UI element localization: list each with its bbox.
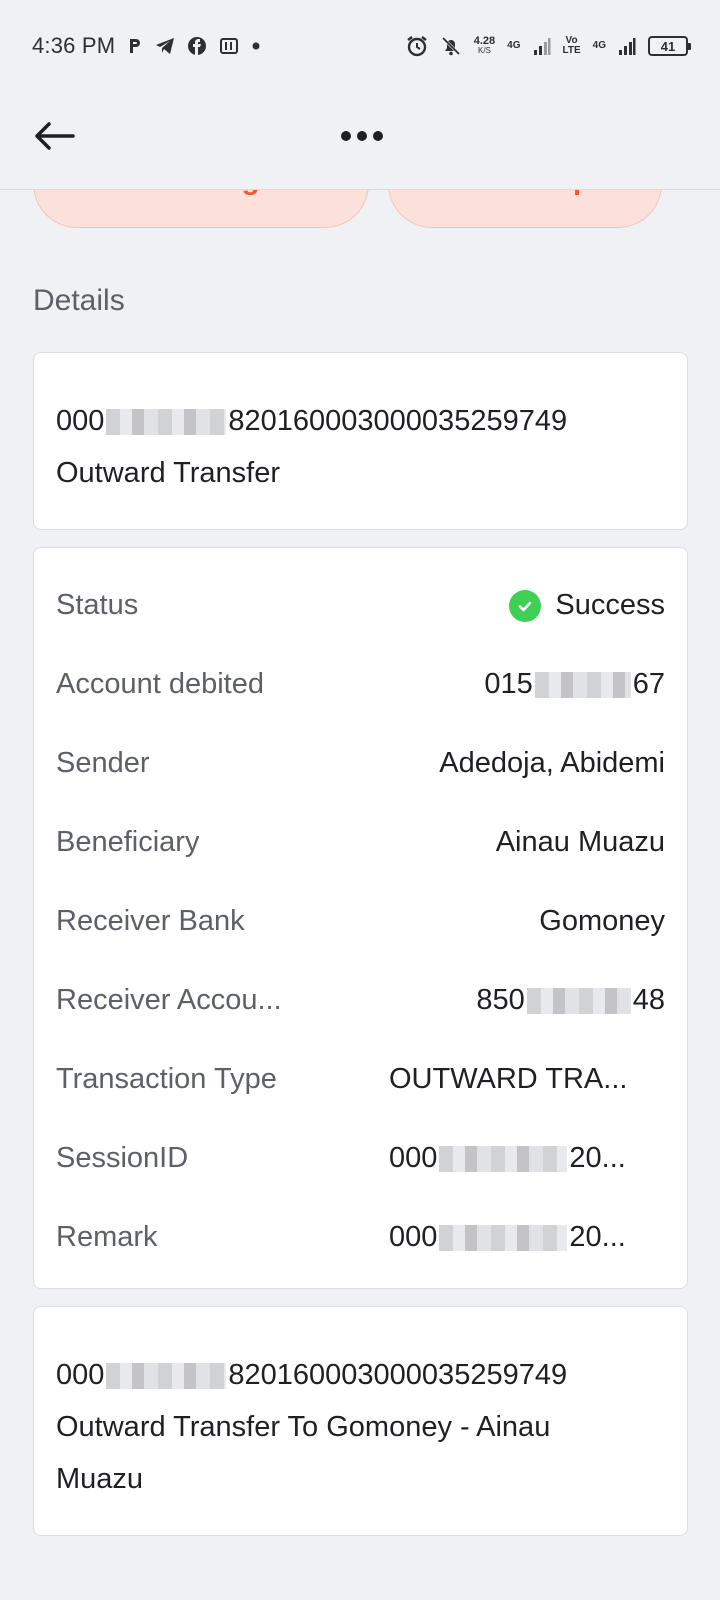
network-type-1-label: 4G xyxy=(507,40,521,51)
sender-value: Adedoja, Abidemi xyxy=(439,747,665,779)
app-bar xyxy=(0,92,720,190)
detail-label: Sender xyxy=(56,747,150,779)
redacted-block xyxy=(534,671,631,698)
detail-label: Receiver Accou... xyxy=(56,984,282,1016)
status-bar-right: 4.28 K/S 4G Vo LTE 4G 41 xyxy=(406,35,691,57)
narration-card: 000 820160003000035259749 Outward Transfe… xyxy=(33,1306,688,1536)
network-speed-unit: K/S xyxy=(477,46,491,55)
status-text: Success xyxy=(555,589,665,621)
detail-label: Transaction Type xyxy=(56,1063,277,1095)
beneficiary-value: Ainau Muazu xyxy=(495,826,665,858)
details-card: Status Success Account debited 015 67 Sen… xyxy=(33,547,688,1289)
session-id-suffix: 20... xyxy=(569,1142,626,1174)
mute-bell-icon xyxy=(440,35,462,57)
redacted-block xyxy=(439,1225,568,1252)
detail-row-transaction-type: Transaction Type OUTWARD TRA... xyxy=(56,1040,665,1119)
network-type-1: 4G xyxy=(507,41,520,51)
receiver-account-suffix: 48 xyxy=(632,984,665,1016)
battery-level: 41 xyxy=(660,38,676,54)
network-type-2-label: 4G xyxy=(592,40,606,51)
reference-number: 000 820160003000035259749 xyxy=(56,395,665,447)
narration-suffix: 820160003000035259749 xyxy=(228,1359,568,1391)
arrow-left-icon xyxy=(33,121,75,156)
transaction-type-summary: Outward Transfer xyxy=(56,457,281,489)
reference-suffix: 820160003000035259749 xyxy=(228,405,568,437)
status-bar: 4:36 PM 4.28 K/S 4G Vo LTE 4G 41 xyxy=(0,0,720,92)
detail-row-account-debited: Account debited 015 67 xyxy=(56,645,665,724)
network-speed-value: 4.28 xyxy=(473,35,496,47)
status-value: Success xyxy=(509,589,665,622)
signal-icon xyxy=(533,36,551,56)
reference-prefix: 000 xyxy=(56,405,105,437)
details-section-title: Details xyxy=(33,284,125,317)
account-debited-value: 015 67 xyxy=(484,668,665,701)
detail-label: Account debited xyxy=(56,668,264,700)
narration-line-3: Muazu xyxy=(56,1463,144,1495)
battery-icon: 41 xyxy=(648,36,691,56)
detail-label: SessionID xyxy=(56,1142,189,1174)
detail-label: Remark xyxy=(56,1221,158,1253)
remark-prefix: 000 xyxy=(389,1221,438,1253)
clock: 4:36 PM xyxy=(32,33,116,58)
detail-label: Receiver Bank xyxy=(56,905,245,937)
detail-row-remark: Remark 000 20... xyxy=(56,1198,665,1277)
reference-card: 000 820160003000035259749 Outward Transfe… xyxy=(33,352,688,530)
facebook-icon xyxy=(187,36,207,56)
receiver-bank-value: Gomoney xyxy=(539,905,665,937)
detail-row-sender: Sender Adedoja, Abidemi xyxy=(56,724,665,803)
narration-reference: 000 820160003000035259749 xyxy=(56,1349,665,1401)
back-button[interactable] xyxy=(30,114,78,162)
telegram-icon xyxy=(155,37,175,55)
detail-label: Status xyxy=(56,589,139,621)
session-id-value: 000 20... xyxy=(389,1142,665,1175)
receiver-account-value: 850 48 xyxy=(476,984,665,1017)
more-horizontal-icon xyxy=(340,129,384,148)
more-options-button[interactable] xyxy=(334,114,390,162)
remark-suffix: 20... xyxy=(569,1221,626,1253)
detail-row-status: Status Success xyxy=(56,566,665,645)
more-notifications-dot-icon xyxy=(251,41,261,51)
transaction-type-value: OUTWARD TRA... xyxy=(389,1063,628,1095)
success-check-icon xyxy=(509,589,542,622)
parking-app-icon xyxy=(127,37,143,55)
session-id-prefix: 000 xyxy=(389,1142,438,1174)
redacted-block xyxy=(439,1146,568,1173)
detail-label: Beneficiary xyxy=(56,826,200,858)
detail-row-beneficiary: Beneficiary Ainau Muazu xyxy=(56,803,665,882)
remark-value: 000 20... xyxy=(389,1221,665,1254)
narration-prefix: 000 xyxy=(56,1359,105,1391)
alarm-icon xyxy=(406,35,428,57)
network-type-2: 4G xyxy=(593,41,606,51)
notification-app-icon xyxy=(219,37,239,55)
detail-row-receiver-bank: Receiver Bank Gomoney xyxy=(56,882,665,961)
detail-row-receiver-account: Receiver Accou... 850 48 xyxy=(56,961,665,1040)
signal-icon-2 xyxy=(618,36,636,56)
network-speed: 4.28 K/S xyxy=(474,36,495,56)
detail-row-session-id: SessionID 000 20... xyxy=(56,1119,665,1198)
account-suffix: 67 xyxy=(632,668,665,700)
volte-bottom: LTE xyxy=(562,45,581,56)
receiver-account-prefix: 850 xyxy=(476,984,525,1016)
account-prefix: 015 xyxy=(484,668,533,700)
redacted-block xyxy=(526,987,631,1014)
status-bar-left: 4:36 PM xyxy=(32,33,261,59)
redacted-block xyxy=(106,409,227,436)
redacted-block xyxy=(106,1363,227,1390)
volte-indicator: Vo LTE xyxy=(563,36,581,56)
narration-line-2: Outward Transfer To Gomoney - Ainau xyxy=(56,1411,551,1443)
